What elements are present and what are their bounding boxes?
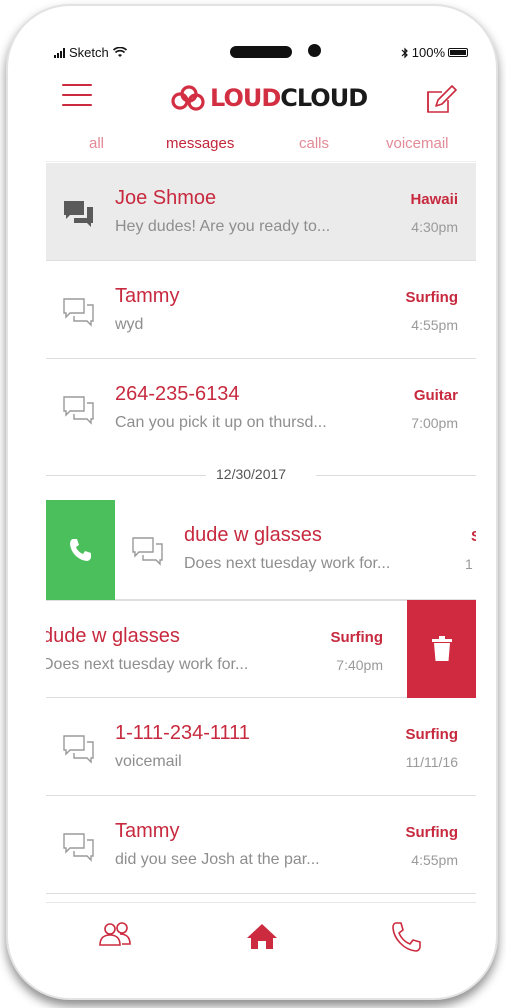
message-preview: Hey dudes! Are you ready to... — [115, 218, 331, 235]
divider — [46, 475, 206, 476]
wifi-icon — [112, 47, 127, 57]
list-item[interactable]: dude w glasses Does next tuesday work fo… — [46, 600, 407, 698]
timestamp: 4:55pm — [411, 852, 458, 868]
logo-wordmark-part2: CLOUD — [280, 84, 368, 112]
divider — [316, 475, 476, 476]
phone-icon — [70, 539, 91, 561]
list-item[interactable]: 1-111-234-1111 voicemail Surfing 11/11/1… — [46, 698, 476, 796]
status-left: Sketch — [54, 45, 127, 60]
carrier-label: Sketch — [69, 45, 109, 60]
message-preview: Does next tuesday work for... — [184, 555, 391, 572]
compose-icon[interactable] — [424, 82, 458, 116]
call-action-button[interactable] — [46, 500, 115, 600]
list-item[interactable]: dude w glasses Does next tuesday work fo… — [115, 500, 476, 600]
phone-outline-icon[interactable] — [386, 919, 426, 953]
tab-messages[interactable]: messages — [166, 135, 234, 152]
logo-wordmark-part1: LOUD — [210, 84, 281, 112]
trash-icon — [432, 636, 452, 661]
message-preview: Can you pick it up on thursd... — [115, 414, 327, 431]
contact-name: dude w glasses — [46, 625, 180, 647]
topic-tag: Surfing — [405, 289, 459, 306]
list-item[interactable]: Tammy did you see Josh at the par... Sur… — [46, 796, 476, 894]
topic-tag: Hawaii — [410, 191, 458, 208]
timestamp: 4:30pm — [411, 219, 458, 235]
date-label: 12/30/2017 — [216, 466, 287, 482]
people-icon[interactable] — [96, 919, 136, 953]
timestamp: 7:00pm — [411, 415, 458, 431]
tab-calls[interactable]: calls — [299, 135, 329, 152]
chat-bubbles-icon — [132, 537, 163, 566]
timestamp: 1 — [465, 556, 473, 572]
logo-wordmark: LOUDCLOUD — [210, 84, 368, 112]
notch-camera — [308, 44, 321, 57]
cloud-logo-icon — [171, 85, 205, 111]
bluetooth-icon — [401, 47, 408, 58]
timestamp: 4:55pm — [411, 317, 458, 333]
contact-name: 264-235-6134 — [115, 383, 240, 405]
screen: Sketch 100% LOUDCLOUD all messages calls… — [46, 36, 476, 976]
tab-voicemail[interactable]: voicemail — [386, 135, 449, 152]
battery-percent: 100% — [411, 45, 445, 60]
app-logo: LOUDCLOUD — [170, 84, 368, 112]
chat-bubbles-icon — [63, 833, 94, 862]
chat-bubbles-icon — [63, 396, 94, 425]
list-item[interactable]: Tammy wyd Surfing 4:55pm — [46, 261, 476, 359]
filter-tabs: all messages calls voicemail — [46, 128, 476, 162]
chat-bubbles-icon — [63, 735, 94, 764]
battery-icon — [448, 48, 468, 57]
tab-all[interactable]: all — [89, 135, 104, 152]
list-item[interactable]: 264-235-6134 Can you pick it up on thurs… — [46, 359, 476, 457]
message-preview: voicemail — [115, 753, 182, 770]
contact-name: dude w glasses — [184, 524, 322, 546]
message-preview: did you see Josh at the par... — [115, 851, 320, 868]
status-right: 100% — [401, 45, 468, 60]
timestamp: 7:40pm — [336, 657, 383, 673]
contact-name: 1-111-234-1111 — [115, 722, 250, 744]
topic-tag: Surfing — [405, 824, 459, 841]
date-separator: 12/30/2017 — [46, 461, 476, 491]
delete-action-button[interactable] — [407, 600, 476, 698]
list-item[interactable]: Joe Shmoe Hey dudes! Are you ready to...… — [46, 163, 476, 261]
chat-bubbles-icon — [64, 201, 93, 227]
status-bar: Sketch 100% — [46, 36, 476, 70]
topic-tag: Surfing — [330, 629, 384, 646]
signal-icon — [54, 47, 65, 58]
contact-name: Tammy — [115, 820, 180, 842]
timestamp: 11/11/16 — [405, 754, 458, 770]
contact-name: Tammy — [115, 285, 180, 307]
swiped-row-clip: dude w glasses Does next tuesday work fo… — [115, 500, 476, 600]
bottom-tab-bar — [46, 902, 476, 976]
topic-tag: S — [471, 528, 476, 545]
chat-bubbles-icon — [63, 298, 94, 327]
contact-name: Joe Shmoe — [115, 187, 217, 209]
message-preview: wyd — [115, 316, 144, 333]
app-header: LOUDCLOUD — [46, 70, 476, 126]
topic-tag: Surfing — [405, 726, 459, 743]
topic-tag: Guitar — [413, 387, 458, 404]
phone-frame: Sketch 100% LOUDCLOUD all messages calls… — [6, 4, 498, 1000]
hamburger-icon[interactable] — [62, 84, 92, 110]
message-preview: Does next tuesday work for... — [46, 656, 249, 673]
notch-speaker — [230, 46, 292, 58]
home-icon[interactable] — [242, 919, 282, 953]
